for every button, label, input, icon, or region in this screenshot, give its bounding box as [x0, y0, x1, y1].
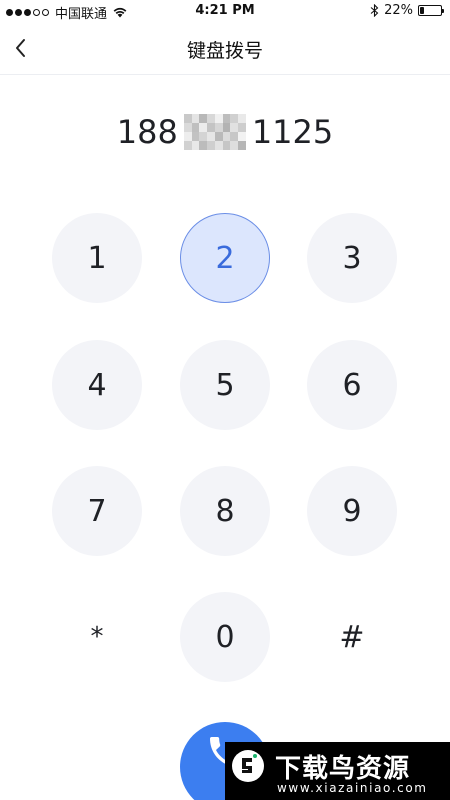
key-4[interactable]: 4: [52, 340, 142, 430]
battery-icon: [418, 5, 444, 16]
watermark: 下载鸟资源 www.xiazainiao.com: [225, 742, 450, 800]
dialed-number: 188 1125: [0, 113, 450, 151]
number-prefix: 188: [116, 113, 178, 151]
key-7[interactable]: 7: [52, 466, 142, 556]
watermark-title: 下载鸟资源: [275, 754, 411, 784]
key-8[interactable]: 8: [180, 466, 270, 556]
key-2[interactable]: 2: [180, 213, 270, 303]
bluetooth-icon: [370, 4, 379, 17]
key-star[interactable]: *: [52, 592, 142, 682]
key-3[interactable]: 3: [307, 213, 397, 303]
watermark-logo-icon: [232, 750, 264, 782]
status-right: 22%: [370, 3, 444, 18]
masked-digits: [183, 114, 246, 150]
key-9[interactable]: 9: [307, 466, 397, 556]
number-suffix: 1125: [251, 113, 334, 151]
nav-bar: 键盘拨号: [0, 22, 450, 75]
key-1[interactable]: 1: [52, 213, 142, 303]
key-5[interactable]: 5: [180, 340, 270, 430]
key-0[interactable]: 0: [180, 592, 270, 682]
page-title: 键盘拨号: [186, 40, 263, 62]
key-6[interactable]: 6: [307, 340, 397, 430]
watermark-url: www.xiazainiao.com: [277, 781, 428, 795]
battery-percent: 22%: [384, 3, 413, 18]
key-hash[interactable]: #: [307, 592, 397, 682]
status-bar: 中国联通 4:21 PM 22%: [0, 0, 450, 22]
